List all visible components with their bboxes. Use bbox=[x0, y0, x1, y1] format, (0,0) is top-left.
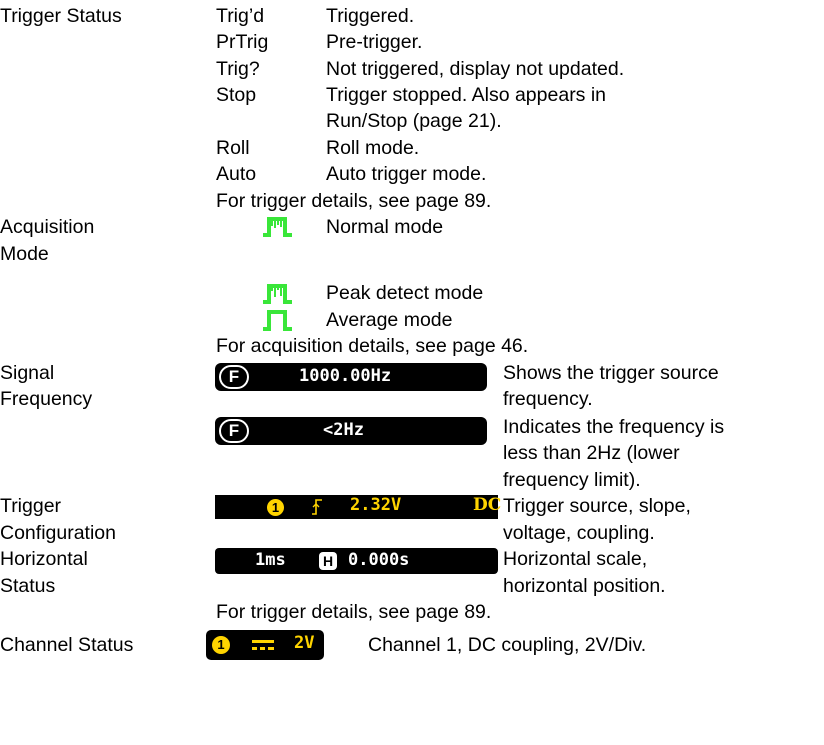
trigger-config-desc-1: Trigger source, slope, bbox=[503, 495, 691, 517]
horizontal-h-badge: H bbox=[319, 552, 337, 570]
frequency-value: 1000.00Hz bbox=[299, 366, 392, 386]
rising-slope-icon bbox=[312, 499, 322, 515]
peak-detect-mode-icon bbox=[263, 284, 292, 304]
horizontal-display: 1ms H 0.000s bbox=[215, 548, 498, 574]
signal-frequency-label-2: Frequency bbox=[0, 388, 93, 410]
horizontal-label-2: Status bbox=[0, 575, 56, 597]
acquisition-details-note: For acquisition details, see page 46. bbox=[216, 335, 529, 357]
frequency-low-desc-3: frequency limit). bbox=[503, 469, 641, 491]
trigger-desc-roll: Roll mode. bbox=[326, 137, 420, 159]
average-mode-icon bbox=[263, 310, 292, 331]
trigger-desc-trigd: Triggered. bbox=[326, 5, 415, 27]
trigger-code-prtrig: PrTrig bbox=[216, 31, 269, 53]
horizontal-desc-2: horizontal position. bbox=[503, 575, 666, 597]
trigger-desc-stop: Trigger stopped. Also appears in bbox=[326, 84, 607, 106]
trigger-details-note: For trigger details, see page 89. bbox=[216, 190, 492, 212]
horizontal-position: 0.000s bbox=[348, 550, 410, 570]
signal-frequency-label-1: Signal bbox=[0, 362, 55, 384]
trigger-desc-prtrig: Pre-trigger. bbox=[326, 31, 423, 53]
trigger-code-trigd: Trig’d bbox=[216, 5, 265, 27]
frequency-f-badge: F bbox=[219, 419, 249, 443]
frequency-desc-2: frequency. bbox=[503, 388, 593, 410]
acquisition-label-1: Acquisition bbox=[0, 216, 95, 238]
channel-status-label: Channel Status bbox=[0, 634, 134, 656]
trigger-code-roll: Roll bbox=[216, 137, 250, 159]
horizontal-label-1: Horizontal bbox=[0, 548, 88, 570]
trigger-status-label: Trigger Status bbox=[0, 5, 122, 27]
trigger-coupling: DC bbox=[473, 495, 502, 515]
trigger-code-trigq: Trig? bbox=[216, 58, 260, 80]
acquisition-label-2: Mode bbox=[0, 243, 49, 265]
trigger-config-display: 1 2.32V DC bbox=[215, 495, 502, 519]
trigger-config-label-1: Trigger bbox=[0, 495, 62, 517]
trigger-config-desc-2: voltage, coupling. bbox=[503, 522, 655, 544]
trigger-voltage: 2.32V bbox=[350, 495, 402, 515]
trigger-code-stop: Stop bbox=[216, 84, 257, 106]
horizontal-trigger-note: For trigger details, see page 89. bbox=[216, 601, 492, 623]
channel-status-display: 1 2V bbox=[206, 630, 324, 660]
frequency-value-low: <2Hz bbox=[323, 420, 364, 440]
frequency-low-desc-1: Indicates the frequency is bbox=[503, 416, 725, 438]
trigger-desc-auto: Auto trigger mode. bbox=[326, 163, 487, 185]
frequency-low-desc-2: less than 2Hz (lower bbox=[503, 442, 680, 464]
acquisition-desc-normal: Normal mode bbox=[326, 216, 444, 238]
trigger-desc-stop-cont: Run/Stop (page 21). bbox=[326, 110, 502, 132]
trigger-code-auto: Auto bbox=[216, 163, 257, 185]
normal-mode-icon bbox=[263, 217, 292, 237]
dc-coupling-icon bbox=[252, 640, 274, 650]
channel-1-badge: 1 bbox=[267, 499, 284, 516]
horizontal-scale: 1ms bbox=[255, 550, 286, 570]
acquisition-desc-average: Average mode bbox=[326, 309, 453, 331]
horizontal-desc-1: Horizontal scale, bbox=[503, 548, 648, 570]
frequency-display-1000hz: F 1000.00Hz bbox=[215, 363, 487, 391]
frequency-desc-1: Shows the trigger source bbox=[503, 362, 719, 384]
frequency-f-badge: F bbox=[219, 365, 249, 389]
trigger-desc-trigq: Not triggered, display not updated. bbox=[326, 58, 625, 80]
frequency-display-low: F <2Hz bbox=[215, 417, 487, 445]
trigger-config-label-2: Configuration bbox=[0, 522, 116, 544]
acquisition-desc-peak: Peak detect mode bbox=[326, 282, 484, 304]
channel-1-badge: 1 bbox=[212, 636, 230, 654]
channel-status-desc: Channel 1, DC coupling, 2V/Div. bbox=[368, 634, 647, 656]
channel-volts-div: 2V bbox=[294, 633, 315, 653]
